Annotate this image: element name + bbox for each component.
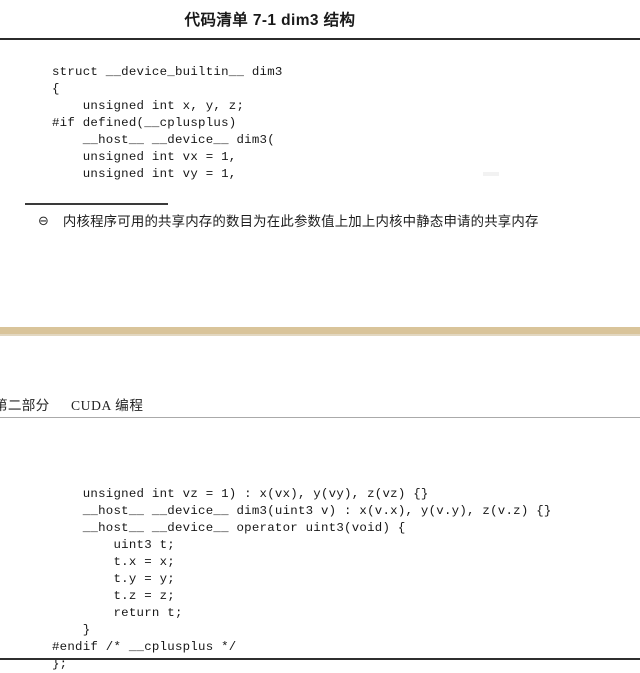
footnote: ⊖ 内核程序可用的共享内存的数目为在此参数值上加上内核中静态申请的共享内存 [38, 212, 640, 231]
code-listing-title: 代码清单 7-1 dim3 结构 [184, 12, 356, 29]
bottom-horizontal-rule [0, 658, 640, 660]
running-head-rule [0, 417, 640, 419]
code-listing-upper: struct __device_builtin__ dim3 { unsigne… [52, 65, 283, 182]
footnote-separator-rule [25, 203, 168, 205]
circled-minus-icon: ⊖ [38, 214, 49, 229]
lower-scanned-page: 第二部分 CUDA 编程 unsigned int vz = 1) : x(vx… [0, 336, 640, 672]
running-head-part: 第二部分 [0, 398, 50, 413]
running-head-chapter: CUDA 编程 [70, 398, 144, 413]
code-listing-lower: unsigned int vz = 1) : x(vx), y(vy), z(v… [52, 487, 552, 672]
title-horizontal-rule [0, 38, 640, 41]
footnote-text: 内核程序可用的共享内存的数目为在此参数值上加上内核中静态申请的共享内存 [62, 214, 539, 229]
running-head: 第二部分 CUDA 编程 [0, 394, 144, 414]
scan-artifact [483, 172, 499, 176]
upper-scanned-page: 代码清单 7-1 dim3 结构 struct __device_builtin… [0, 0, 640, 325]
scan-separator-band [0, 327, 640, 334]
